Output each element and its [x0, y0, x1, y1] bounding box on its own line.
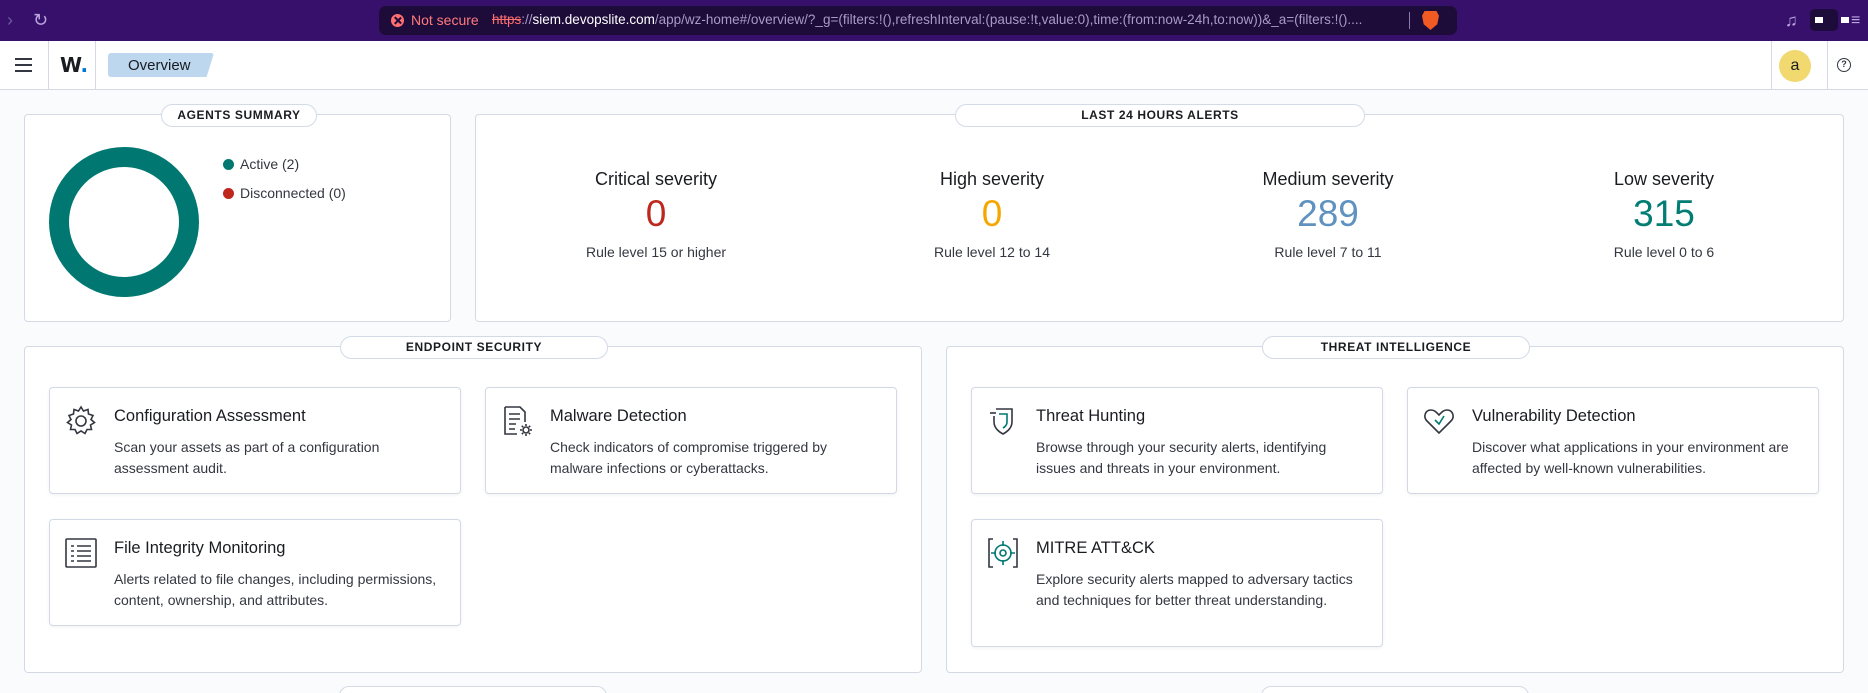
logo-dot: .	[80, 53, 89, 77]
breadcrumb-overview: Overview	[128, 57, 191, 74]
card-title: File Integrity Monitoring	[114, 539, 286, 557]
medium-severity-stat: Medium severity 289 Rule level 7 to 11	[1168, 115, 1488, 260]
url-host: siem.devopslite.com	[532, 12, 655, 27]
high-severity-stat: High severity 0 Rule level 12 to 14	[832, 115, 1152, 260]
legend-disconnected[interactable]: Disconnected (0)	[223, 185, 346, 201]
heart-icon	[1424, 409, 1454, 435]
list-icon	[65, 538, 97, 568]
severity-description: Rule level 0 to 6	[1613, 244, 1715, 260]
malware-document-icon	[504, 406, 532, 436]
wazuh-logo[interactable]: W.	[60, 53, 88, 77]
brave-shields-icon[interactable]	[1422, 11, 1439, 30]
mitre-attack-card[interactable]: MITRE ATT&CK Explore security alerts map…	[971, 519, 1383, 647]
agents-donut-chart[interactable]	[49, 147, 199, 297]
severity-title: Critical severity	[594, 169, 718, 189]
browser-toolbar: › ↻ Not secure https://siem.devopslite.c…	[0, 0, 1868, 41]
avatar[interactable]: a	[1779, 50, 1811, 82]
legend-active-label: Active (2)	[240, 156, 300, 172]
configuration-assessment-card[interactable]: Configuration Assessment Scan your asset…	[49, 387, 461, 494]
logo-letter: W	[60, 53, 81, 77]
url-divider	[1409, 12, 1410, 29]
severity-count[interactable]: 0	[496, 192, 816, 236]
endpoint-security-panel: ENDPOINT SECURITY Configuration Assessme…	[24, 336, 922, 673]
card-description: Explore security alerts mapped to advers…	[1036, 571, 1353, 608]
legend-active[interactable]: Active (2)	[223, 156, 300, 172]
forward-icon[interactable]: ›	[7, 0, 13, 41]
card-title: Configuration Assessment	[114, 407, 306, 425]
threat-hunting-card[interactable]: Threat Hunting Browse through your secur…	[971, 387, 1383, 494]
card-description: Check indicators of compromise triggered…	[550, 439, 828, 476]
crosshair-icon	[988, 538, 1018, 568]
severity-title: Low severity	[1613, 169, 1715, 189]
card-title: Vulnerability Detection	[1472, 407, 1636, 425]
card-description: Browse through your security alerts, ide…	[1036, 439, 1327, 476]
next-section-title-stub	[339, 686, 607, 693]
hamburger-menu-icon[interactable]	[15, 58, 32, 72]
severity-count[interactable]: 315	[1504, 192, 1824, 236]
card-title: Malware Detection	[550, 407, 687, 425]
severity-description: Rule level 12 to 14	[934, 244, 1050, 260]
url-text[interactable]: https://siem.devopslite.com/app/wz-home#…	[492, 12, 1402, 27]
threat-intelligence-panel: THREAT INTELLIGENCE Threat Hunting Brows…	[946, 336, 1844, 673]
header-divider	[48, 41, 49, 89]
severity-count[interactable]: 289	[1168, 192, 1488, 236]
card-description: Discover what applications in your envir…	[1472, 439, 1789, 476]
app-header: W. Overview a ?	[0, 41, 1868, 90]
critical-severity-stat: Critical severity 0 Rule level 15 or hig…	[496, 115, 816, 260]
reload-icon[interactable]: ↻	[33, 0, 48, 41]
agents-summary-panel: AGENTS SUMMARY Active (2) Disconnected (…	[24, 104, 451, 322]
header-divider	[95, 41, 96, 89]
severity-title: High severity	[939, 169, 1045, 189]
menu-icon[interactable]: ≡	[1851, 0, 1860, 41]
file-integrity-monitoring-card[interactable]: File Integrity Monitoring Alerts related…	[49, 519, 461, 626]
agents-summary-title: AGENTS SUMMARY	[161, 104, 317, 127]
endpoint-security-title: ENDPOINT SECURITY	[340, 336, 608, 359]
low-severity-stat: Low severity 315 Rule level 0 to 6	[1504, 115, 1824, 260]
threat-intelligence-title: THREAT INTELLIGENCE	[1262, 336, 1530, 359]
card-title: MITRE ATT&CK	[1036, 539, 1155, 557]
not-secure-label[interactable]: Not secure	[411, 12, 479, 28]
legend-dot-icon	[223, 159, 234, 170]
help-icon[interactable]: ?	[1837, 58, 1851, 72]
url-separator: ://	[521, 12, 533, 27]
card-title: Threat Hunting	[1036, 407, 1146, 425]
severity-count[interactable]: 0	[832, 192, 1152, 236]
shield-icon	[990, 408, 1013, 435]
legend-dot-icon	[223, 188, 234, 199]
breadcrumb[interactable]: Overview	[108, 53, 214, 77]
last-24-hours-alerts-panel: LAST 24 HOURS ALERTS Critical severity 0…	[475, 104, 1844, 322]
header-divider	[1827, 41, 1828, 89]
legend-disconnected-label: Disconnected (0)	[240, 185, 346, 201]
private-window-icon[interactable]	[1810, 9, 1849, 31]
vulnerability-detection-card[interactable]: Vulnerability Detection Discover what ap…	[1407, 387, 1819, 494]
address-bar[interactable]: Not secure https://siem.devopslite.com/a…	[379, 6, 1457, 35]
severity-description: Rule level 7 to 11	[1274, 244, 1382, 260]
media-icon[interactable]: ♫	[1785, 0, 1798, 41]
card-description: Scan your assets as part of a configurat…	[114, 439, 380, 476]
url-path: /app/wz-home#/overview/?_g=(filters:!(),…	[654, 12, 1363, 27]
next-section-title-stub	[1261, 686, 1529, 693]
url-scheme: https	[492, 12, 522, 27]
severity-title: Medium severity	[1262, 169, 1394, 189]
severity-description: Rule level 15 or higher	[585, 244, 727, 260]
card-description: Alerts related to file changes, includin…	[114, 571, 437, 608]
not-secure-icon	[391, 14, 404, 27]
gear-icon	[66, 405, 96, 435]
header-divider	[1771, 41, 1772, 89]
malware-detection-card[interactable]: Malware Detection Check indicators of co…	[485, 387, 897, 494]
